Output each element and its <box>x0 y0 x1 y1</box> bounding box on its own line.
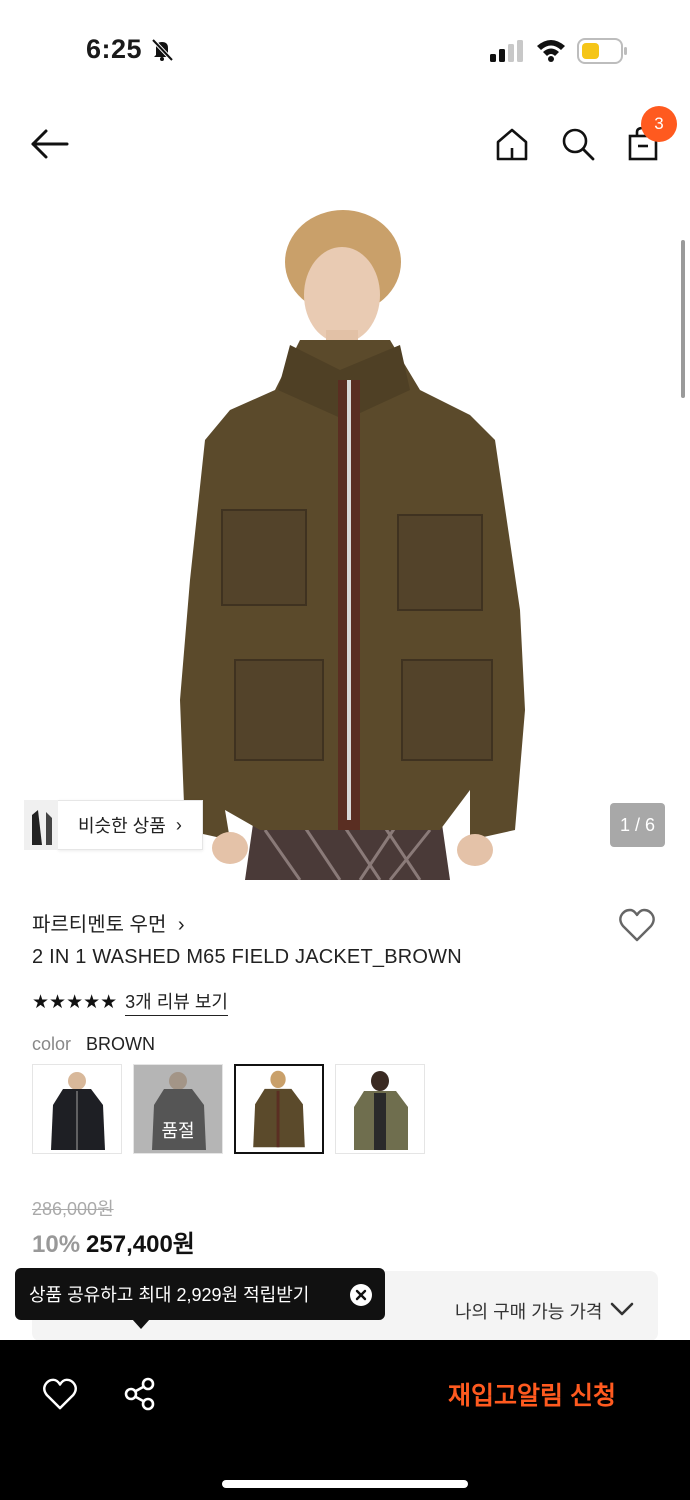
home-icon[interactable] <box>494 126 530 162</box>
scroll-indicator[interactable] <box>681 240 685 398</box>
star-rating-icon: ★★★★★ <box>32 991 118 1013</box>
heart-icon[interactable] <box>618 907 656 943</box>
bottom-action-bar <box>0 1340 690 1500</box>
battery-icon <box>577 38 627 64</box>
share-icon[interactable] <box>123 1377 157 1411</box>
color-selector-label: color BROWN <box>32 1034 155 1055</box>
search-icon[interactable] <box>560 126 596 162</box>
back-arrow-icon[interactable] <box>28 124 72 164</box>
original-price: 286,000원 <box>32 1199 114 1219</box>
chevron-down-icon[interactable] <box>609 1300 635 1318</box>
tooltip-text: 상품 공유하고 최대 2,929원 적립받기 <box>29 1285 310 1305</box>
status-bar: 6:25 <box>0 0 690 100</box>
product-image[interactable] <box>0 190 690 880</box>
similar-products-label: 비슷한 상품 <box>78 816 166 836</box>
restock-alert-button[interactable]: 재입고알림 신청 <box>448 1376 616 1412</box>
tooltip-arrow <box>132 1319 150 1329</box>
buyable-price-label: 나의 구매 가능 가격 <box>455 1302 603 1322</box>
soldout-label: 품절 <box>161 1121 195 1141</box>
color-value: BROWN <box>86 1034 156 1054</box>
signal-icon <box>490 40 523 62</box>
chevron-right-icon: › <box>177 914 185 936</box>
cart-count-badge: 3 <box>641 106 677 142</box>
discount-rate: 10% <box>32 1231 81 1258</box>
product-title: 2 IN 1 WASHED M65 FIELD JACKET_BROWN <box>32 946 462 968</box>
soldout-overlay: 품절 <box>134 1065 222 1153</box>
status-time: 6:25 <box>86 34 143 64</box>
close-icon[interactable] <box>350 1284 372 1306</box>
heart-icon[interactable] <box>42 1377 78 1411</box>
top-nav <box>0 110 690 180</box>
swatch-charcoal[interactable]: 품절 <box>133 1064 223 1154</box>
review-link[interactable]: 3개 리뷰 보기 <box>125 988 228 1016</box>
sale-price: 257,400원 <box>86 1231 195 1258</box>
bell-off-icon <box>151 38 174 62</box>
color-label: color <box>32 1034 72 1054</box>
color-swatches: 품절 <box>32 1064 425 1154</box>
wifi-icon <box>537 40 565 62</box>
brand-name: 파르티멘토 우먼 <box>32 914 167 936</box>
swatch-brown[interactable] <box>234 1064 324 1154</box>
rating: ★★★★★ 3개 리뷰 보기 <box>32 988 228 1016</box>
swatch-black[interactable] <box>32 1064 122 1154</box>
image-counter: 1 / 6 <box>610 803 665 847</box>
share-reward-tooltip: 상품 공유하고 최대 2,929원 적립받기 <box>15 1268 385 1320</box>
similar-thumbnail <box>24 800 58 850</box>
brand-link[interactable]: 파르티멘토 우먼 › <box>32 908 185 937</box>
home-indicator[interactable] <box>222 1480 468 1488</box>
similar-products[interactable]: 비슷한 상품 › <box>24 800 203 850</box>
similar-products-button[interactable]: 비슷한 상품 › <box>58 800 203 850</box>
swatch-khaki[interactable] <box>335 1064 425 1154</box>
chevron-right-icon: › <box>175 814 182 835</box>
price-row: 10% 257,400원 <box>32 1224 195 1259</box>
